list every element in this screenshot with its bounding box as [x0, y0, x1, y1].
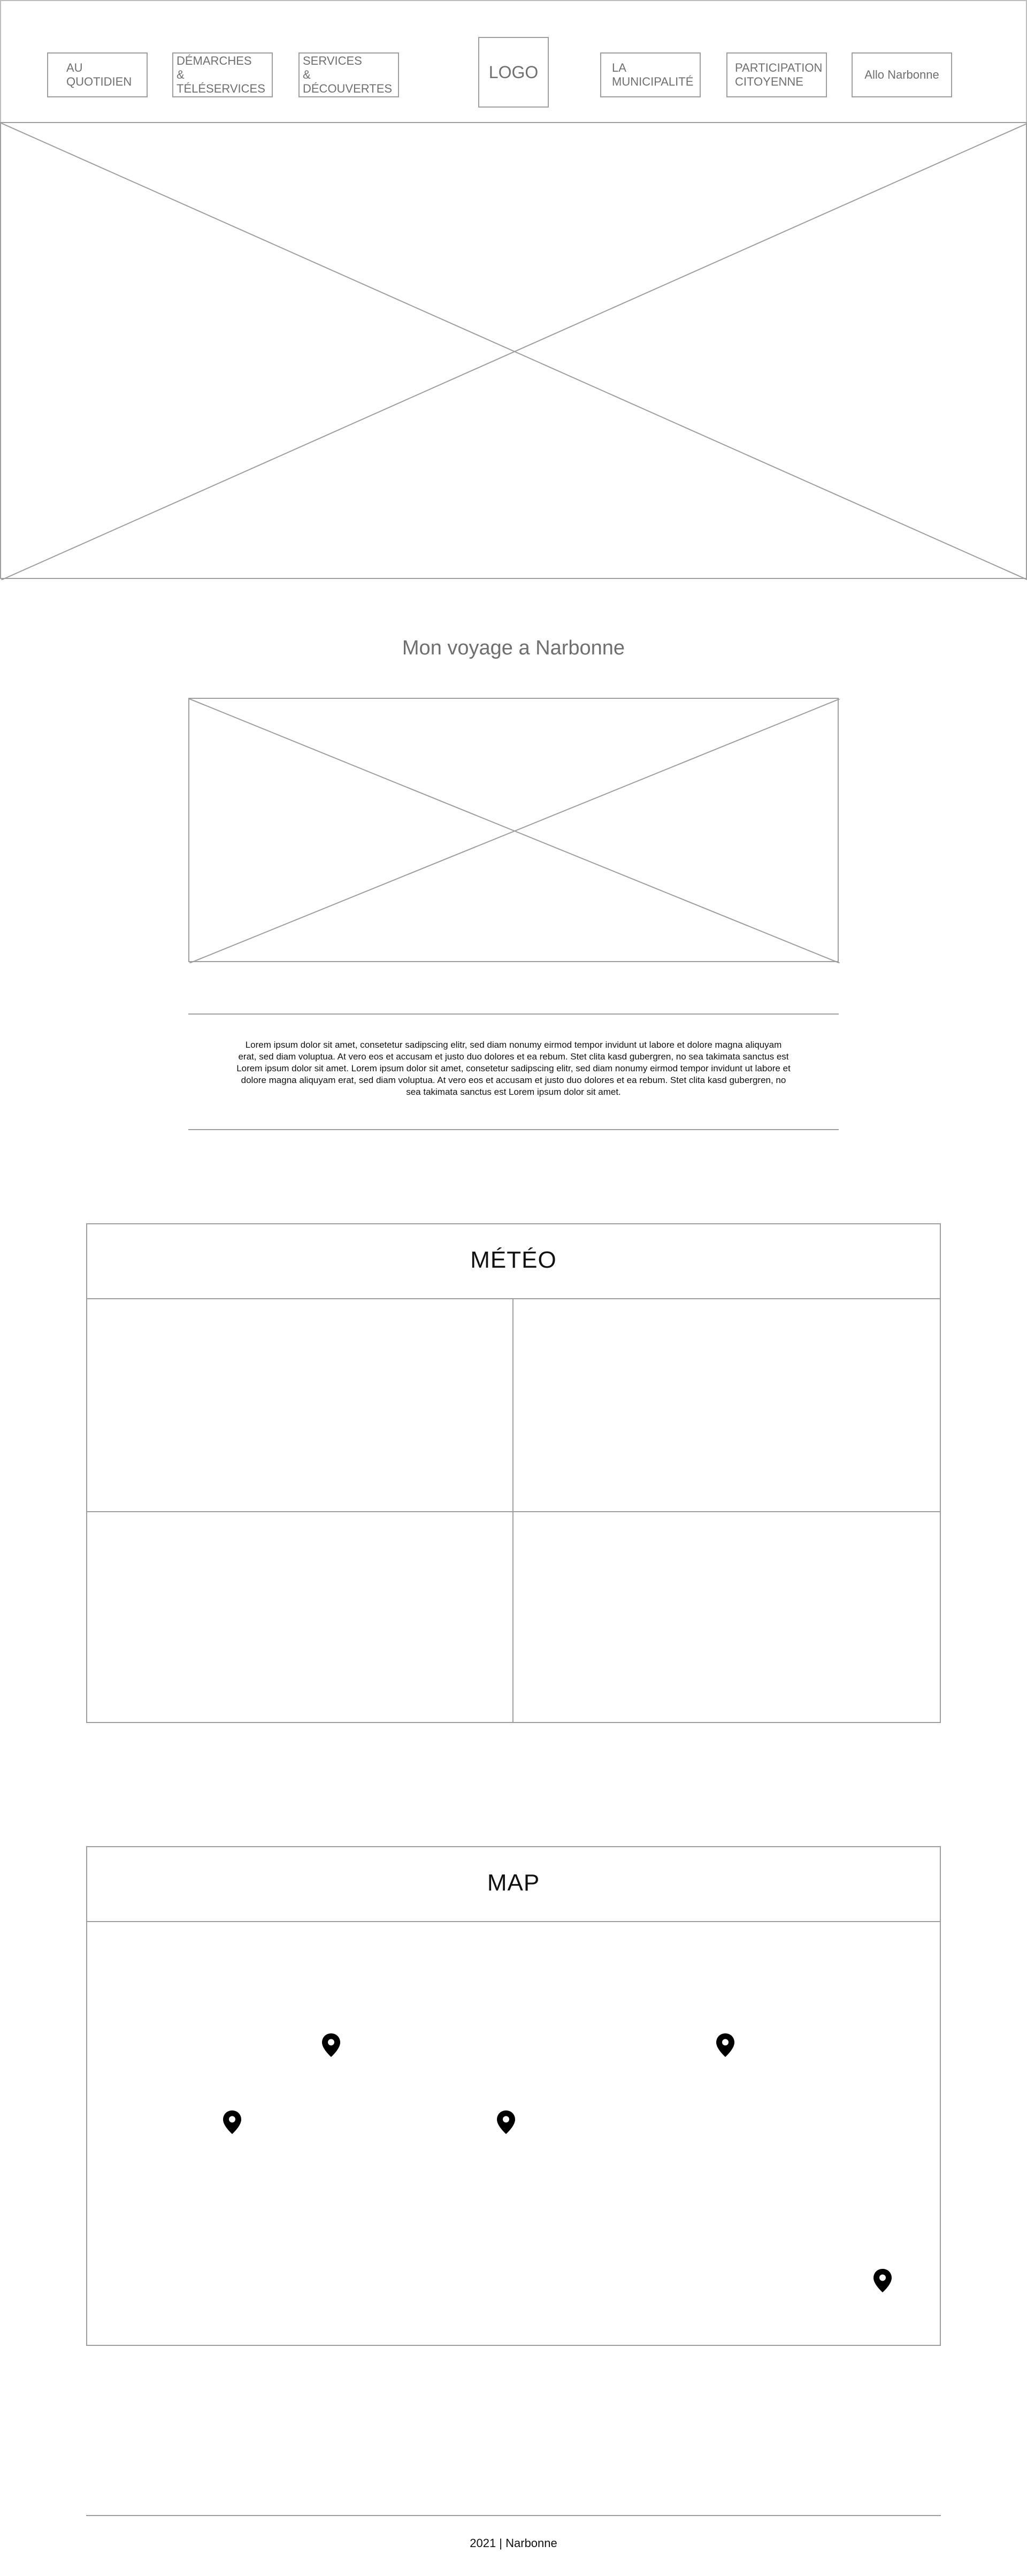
- nav-services-decouvertes[interactable]: SERVICES & DÉCOUVERTES: [298, 52, 399, 97]
- nav-label: PARTICIPATION CITOYENNE: [735, 61, 823, 88]
- divider: [188, 1129, 839, 1130]
- map-pin-icon[interactable]: [321, 2033, 341, 2057]
- placeholder-cross-icon: [189, 699, 840, 963]
- voyage-text: Lorem ipsum dolor sit amet, consetetur s…: [236, 1040, 791, 1097]
- footer-divider: [86, 2515, 941, 2516]
- nav-demarches-teleservices[interactable]: DÉMARCHES & TÉLÉSERVICES: [172, 52, 273, 97]
- map-title: MAP: [487, 1870, 540, 1896]
- nav-la-municipalite[interactable]: LA MUNICIPALITÉ: [600, 52, 701, 97]
- logo-text: LOGO: [488, 62, 539, 82]
- nav-label: DÉMARCHES & TÉLÉSERVICES: [177, 54, 265, 95]
- map-pin-icon[interactable]: [223, 2110, 242, 2134]
- meteo-cell: [514, 1299, 940, 1511]
- map-pin-icon[interactable]: [496, 2110, 516, 2134]
- nav-au-quotidien[interactable]: AU QUOTIDIEN: [47, 52, 148, 97]
- site-logo[interactable]: LOGO: [478, 37, 549, 108]
- voyage-image-placeholder: [188, 698, 840, 963]
- nav-label: Allo Narbonne: [864, 68, 939, 81]
- meteo-title: MÉTÉO: [470, 1247, 557, 1273]
- map-pin-icon[interactable]: [716, 2033, 735, 2057]
- nav-label: LA MUNICIPALITÉ: [612, 61, 694, 88]
- nav-allo-narbonne[interactable]: Allo Narbonne: [852, 52, 952, 97]
- meteo-cell: [87, 1299, 512, 1511]
- hero-image-placeholder: [0, 122, 1027, 580]
- meteo-cell: [514, 1512, 940, 1722]
- footer-text: 2021 | Narbonne: [470, 2536, 557, 2550]
- nav-participation-citoyenne[interactable]: PARTICIPATION CITOYENNE: [726, 52, 827, 97]
- nav-label: SERVICES & DÉCOUVERTES: [303, 54, 393, 95]
- placeholder-cross-icon: [1, 123, 1027, 580]
- map-pin-icon[interactable]: [873, 2269, 892, 2292]
- divider: [188, 1013, 839, 1015]
- voyage-title: Mon voyage a Narbonne: [402, 637, 625, 659]
- nav-label: AU QUOTIDIEN: [66, 61, 132, 88]
- meteo-cell: [87, 1512, 512, 1722]
